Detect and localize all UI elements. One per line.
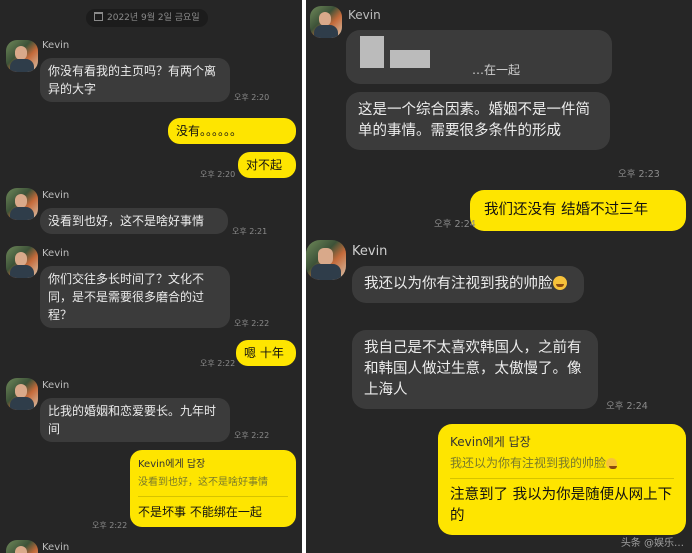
laughing-emoji-icon bbox=[552, 276, 567, 290]
sender-name: Kevin bbox=[42, 248, 70, 259]
message-bubble[interactable]: 你们交往多长时间了？文化不同，是不是需要很多磨合的过程？ bbox=[40, 266, 230, 328]
watermark: 头条 @娱乐… bbox=[620, 538, 684, 549]
message-time: 오후 2:22 bbox=[234, 319, 270, 328]
reply-bubble[interactable]: Kevin에게 답장 没看到也好，这不是啥好事情 不是坏事 不能绑在一起 bbox=[130, 450, 296, 527]
reply-target-name: Kevin에게 답장 bbox=[450, 435, 531, 449]
message-text: 注意到了 我以为你是随便从网上下的 bbox=[450, 487, 673, 524]
calendar-icon bbox=[94, 12, 103, 21]
avatar[interactable] bbox=[6, 188, 38, 220]
message-time: 오후 2:22 bbox=[234, 431, 270, 440]
message-bubble[interactable]: 没看到也好，这不是啥好事情 bbox=[40, 208, 228, 234]
avatar[interactable] bbox=[6, 378, 38, 410]
message-bubble[interactable]: 我们还没有 结婚不过三年 bbox=[470, 190, 686, 231]
avatar[interactable] bbox=[310, 6, 342, 38]
message-bubble[interactable]: 你没有看我的主页吗？有两个离异的大字 bbox=[40, 58, 230, 102]
sender-name: Kevin bbox=[42, 542, 70, 553]
message-bubble[interactable]: 嗯 十年 bbox=[236, 340, 296, 366]
redaction-blur bbox=[360, 36, 384, 68]
message-time: 오후 2:24 bbox=[606, 401, 648, 412]
laughing-emoji-icon bbox=[606, 458, 618, 469]
message-time: 오후 2:24 bbox=[434, 219, 476, 230]
redaction-blur bbox=[390, 50, 430, 68]
avatar[interactable] bbox=[6, 40, 38, 72]
avatar[interactable] bbox=[6, 540, 38, 553]
message-time: 오후 2:22 bbox=[200, 359, 236, 368]
right-chat-screen: Kevin …在一起 这是一个综合因素。婚姻不是一件简单的事情。需要很多条件的形… bbox=[306, 0, 692, 553]
message-time: 오후 2:20 bbox=[200, 170, 236, 179]
message-bubble[interactable]: 我还以为你有注视到我的帅脸 bbox=[352, 266, 584, 303]
sender-name: Kevin bbox=[352, 244, 388, 259]
reply-target-name: Kevin에게 답장 bbox=[138, 459, 206, 470]
sender-name: Kevin bbox=[348, 8, 381, 22]
sender-name: Kevin bbox=[42, 190, 70, 201]
reply-quote: 没看到也好，这不是啥好事情 bbox=[138, 474, 288, 497]
message-bubble[interactable]: 这是一个综合因素。婚姻不是一件简单的事情。需要很多条件的形成 bbox=[346, 92, 610, 150]
avatar[interactable] bbox=[306, 240, 346, 280]
message-bubble[interactable]: 我自己是不太喜欢韩国人，之前有和韩国人做过生意，太傲慢了。像上海人 bbox=[352, 330, 598, 409]
message-bubble[interactable]: …在一起 bbox=[346, 30, 612, 84]
message-text: 不是坏事 不能绑在一起 bbox=[138, 505, 262, 519]
sender-name: Kevin bbox=[42, 380, 70, 391]
message-time: 오후 2:21 bbox=[232, 227, 268, 236]
message-bubble[interactable]: 比我的婚姻和恋爱要长。九年时间 bbox=[40, 398, 230, 442]
date-divider: 2022년 9월 2일 금요일 bbox=[86, 9, 208, 27]
sender-name: Kevin bbox=[42, 40, 70, 51]
message-bubble[interactable]: 没有。。。。。。 bbox=[168, 118, 296, 144]
message-bubble[interactable]: 对不起 bbox=[238, 152, 296, 178]
reply-bubble[interactable]: Kevin에게 답장 我还以为你有注视到我的帅脸 注意到了 我以为你是随便从网上… bbox=[438, 424, 686, 535]
message-time: 오후 2:20 bbox=[234, 93, 270, 102]
left-chat-screen: 2022년 9월 2일 금요일 Kevin 你没有看我的主页吗？有两个离异的大字… bbox=[0, 0, 302, 553]
reply-quote: 我还以为你有注视到我的帅脸 bbox=[450, 453, 674, 479]
message-time: 오후 2:23 bbox=[618, 169, 660, 180]
avatar[interactable] bbox=[6, 246, 38, 278]
message-time: 오후 2:22 bbox=[92, 521, 128, 530]
